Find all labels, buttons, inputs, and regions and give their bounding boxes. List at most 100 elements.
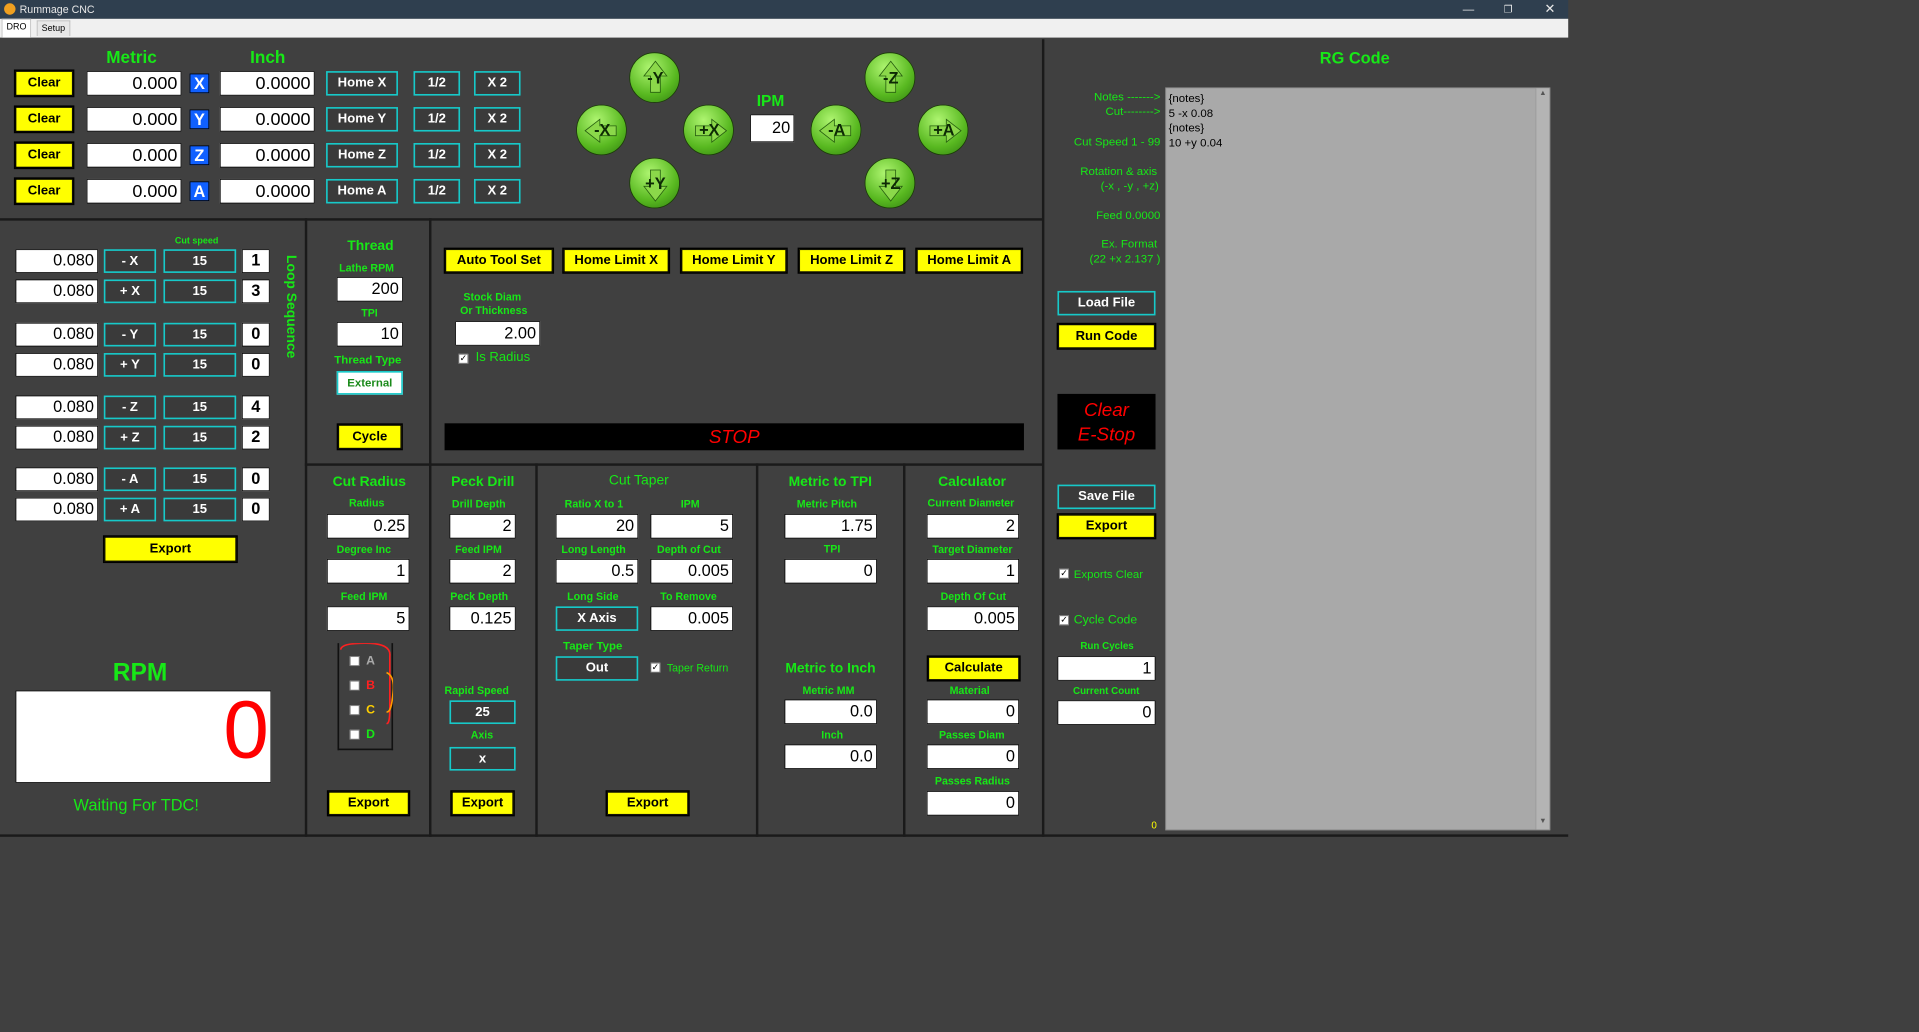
- metric-y-readout[interactable]: 0.000: [86, 107, 182, 132]
- loop-speed-input[interactable]: 15: [163, 467, 237, 492]
- loop-sequence-input[interactable]: 3: [241, 279, 270, 304]
- clear-estop-button[interactable]: Clear E-Stop: [1057, 393, 1156, 450]
- loop-distance-input[interactable]: 0.080: [15, 249, 99, 273]
- home-limit-x-button[interactable]: Home Limit X: [562, 247, 671, 274]
- loop-speed-input[interactable]: 15: [163, 279, 237, 304]
- jog-plus-z-button[interactable]: +Z: [864, 157, 916, 209]
- peck-export-button[interactable]: Export: [450, 790, 515, 817]
- quadrant-c-checkbox[interactable]: [349, 705, 360, 716]
- taper-export-button[interactable]: Export: [605, 790, 690, 817]
- loop-sequence-input[interactable]: 0: [241, 467, 270, 492]
- ratio-input[interactable]: 20: [555, 514, 639, 539]
- rg-export-button[interactable]: Export: [1056, 513, 1157, 540]
- loop-direction-button[interactable]: - X: [103, 249, 157, 273]
- scroll-down-icon[interactable]: ▼: [1536, 816, 1549, 829]
- jog-plus-x-button[interactable]: +X: [683, 104, 734, 156]
- loop-distance-input[interactable]: 0.080: [15, 279, 99, 304]
- jog-minus-a-button[interactable]: -A: [810, 104, 862, 156]
- loop-speed-input[interactable]: 15: [163, 395, 237, 420]
- jog-minus-y-button[interactable]: -Y: [629, 52, 680, 103]
- exports-clear-checkbox[interactable]: ✓: [1059, 568, 1069, 579]
- metric-z-readout[interactable]: 0.000: [86, 143, 182, 168]
- metric-mm-input[interactable]: 0.0: [784, 699, 877, 725]
- radius-input[interactable]: 0.25: [326, 514, 410, 539]
- tab-dro[interactable]: DRO: [1, 18, 32, 38]
- loop-direction-button[interactable]: + Z: [103, 425, 157, 450]
- to-remove-input[interactable]: 0.005: [650, 606, 734, 631]
- home-a-button[interactable]: Home A: [326, 178, 398, 204]
- clear-z-button[interactable]: Clear: [13, 141, 75, 170]
- loop-sequence-input[interactable]: 0: [241, 322, 270, 347]
- loop-sequence-input[interactable]: 0: [241, 497, 270, 522]
- double-z-button[interactable]: X 2: [473, 143, 521, 168]
- cycle-button[interactable]: Cycle: [336, 423, 403, 451]
- loop-direction-button[interactable]: + Y: [103, 353, 157, 377]
- home-x-button[interactable]: Home X: [326, 71, 398, 96]
- half-y-button[interactable]: 1/2: [413, 107, 461, 132]
- loop-distance-input[interactable]: 0.080: [15, 353, 99, 377]
- inch-y-readout[interactable]: 0.0000: [219, 107, 315, 132]
- minimize-button[interactable]: —: [1463, 0, 1474, 19]
- save-file-button[interactable]: Save File: [1057, 484, 1156, 510]
- loop-direction-button[interactable]: - Z: [103, 395, 157, 420]
- editor-scrollbar[interactable]: ▲ ▼: [1535, 88, 1550, 830]
- peck-depth-input[interactable]: 0.125: [449, 606, 516, 631]
- tpi-input[interactable]: 10: [336, 321, 403, 347]
- home-limit-a-button[interactable]: Home Limit A: [915, 247, 1024, 274]
- jog-plus-a-button[interactable]: +A: [917, 104, 969, 156]
- loop-speed-input[interactable]: 15: [163, 425, 237, 450]
- loop-distance-input[interactable]: 0.080: [15, 467, 99, 492]
- quadrant-b-checkbox[interactable]: [349, 680, 360, 691]
- passes-diam-output[interactable]: 0: [926, 744, 1020, 769]
- rapid-speed-input[interactable]: 25: [449, 700, 516, 725]
- double-x-button[interactable]: X 2: [473, 71, 521, 96]
- half-x-button[interactable]: 1/2: [413, 71, 461, 96]
- taper-return-checkbox[interactable]: ✓: [650, 662, 661, 673]
- passes-radius-output[interactable]: 0: [926, 791, 1020, 816]
- loop-distance-input[interactable]: 0.080: [15, 395, 99, 420]
- metric-a-readout[interactable]: 0.000: [86, 178, 182, 204]
- loop-distance-input[interactable]: 0.080: [15, 497, 99, 522]
- home-limit-z-button[interactable]: Home Limit Z: [797, 247, 906, 274]
- taper-type-select[interactable]: Out: [555, 656, 639, 681]
- metric-x-readout[interactable]: 0.000: [86, 71, 182, 96]
- calculate-button[interactable]: Calculate: [926, 655, 1021, 682]
- home-z-button[interactable]: Home Z: [326, 143, 398, 168]
- jog-minus-z-button[interactable]: -Z: [864, 52, 916, 103]
- inch-x-readout[interactable]: 0.0000: [219, 71, 315, 96]
- scroll-up-icon[interactable]: ▲: [1536, 88, 1549, 101]
- calc-depth-of-cut-input[interactable]: 0.005: [926, 606, 1020, 631]
- loop-distance-input[interactable]: 0.080: [15, 322, 99, 347]
- run-code-button[interactable]: Run Code: [1056, 322, 1157, 350]
- loop-sequence-input[interactable]: 1: [241, 249, 270, 273]
- metric-pitch-input[interactable]: 1.75: [784, 514, 877, 539]
- jog-minus-x-button[interactable]: -X: [576, 104, 627, 156]
- cut-radius-export-button[interactable]: Export: [326, 790, 411, 817]
- current-diameter-input[interactable]: 2: [926, 514, 1020, 539]
- is-radius-checkbox[interactable]: ✓: [458, 353, 469, 364]
- stop-button[interactable]: STOP: [444, 423, 1024, 451]
- tab-setup[interactable]: Setup: [36, 20, 71, 36]
- home-limit-y-button[interactable]: Home Limit Y: [679, 247, 788, 274]
- load-file-button[interactable]: Load File: [1057, 290, 1156, 316]
- loop-direction-button[interactable]: + X: [103, 279, 157, 304]
- clear-y-button[interactable]: Clear: [13, 105, 75, 134]
- home-y-button[interactable]: Home Y: [326, 107, 398, 132]
- auto-tool-set-button[interactable]: Auto Tool Set: [443, 247, 555, 274]
- loop-sequence-input[interactable]: 2: [241, 425, 270, 450]
- loop-export-button[interactable]: Export: [102, 535, 238, 564]
- peck-axis-select[interactable]: x: [449, 746, 516, 771]
- loop-speed-input[interactable]: 15: [163, 322, 237, 347]
- peck-feed-input[interactable]: 2: [449, 558, 516, 584]
- inch-result-output[interactable]: 0.0: [784, 744, 877, 769]
- degree-input[interactable]: 1: [326, 558, 410, 584]
- depth-of-cut-input[interactable]: 0.005: [650, 558, 734, 584]
- converted-tpi-output[interactable]: 0: [784, 558, 877, 584]
- restore-button[interactable]: ❐: [1504, 0, 1513, 19]
- ipm-input[interactable]: 20: [750, 114, 795, 143]
- loop-direction-button[interactable]: - Y: [103, 322, 157, 347]
- clear-x-button[interactable]: Clear: [13, 69, 75, 98]
- cycle-code-checkbox[interactable]: ✓: [1059, 615, 1069, 626]
- loop-distance-input[interactable]: 0.080: [15, 425, 99, 450]
- stock-input[interactable]: 2.00: [455, 321, 541, 346]
